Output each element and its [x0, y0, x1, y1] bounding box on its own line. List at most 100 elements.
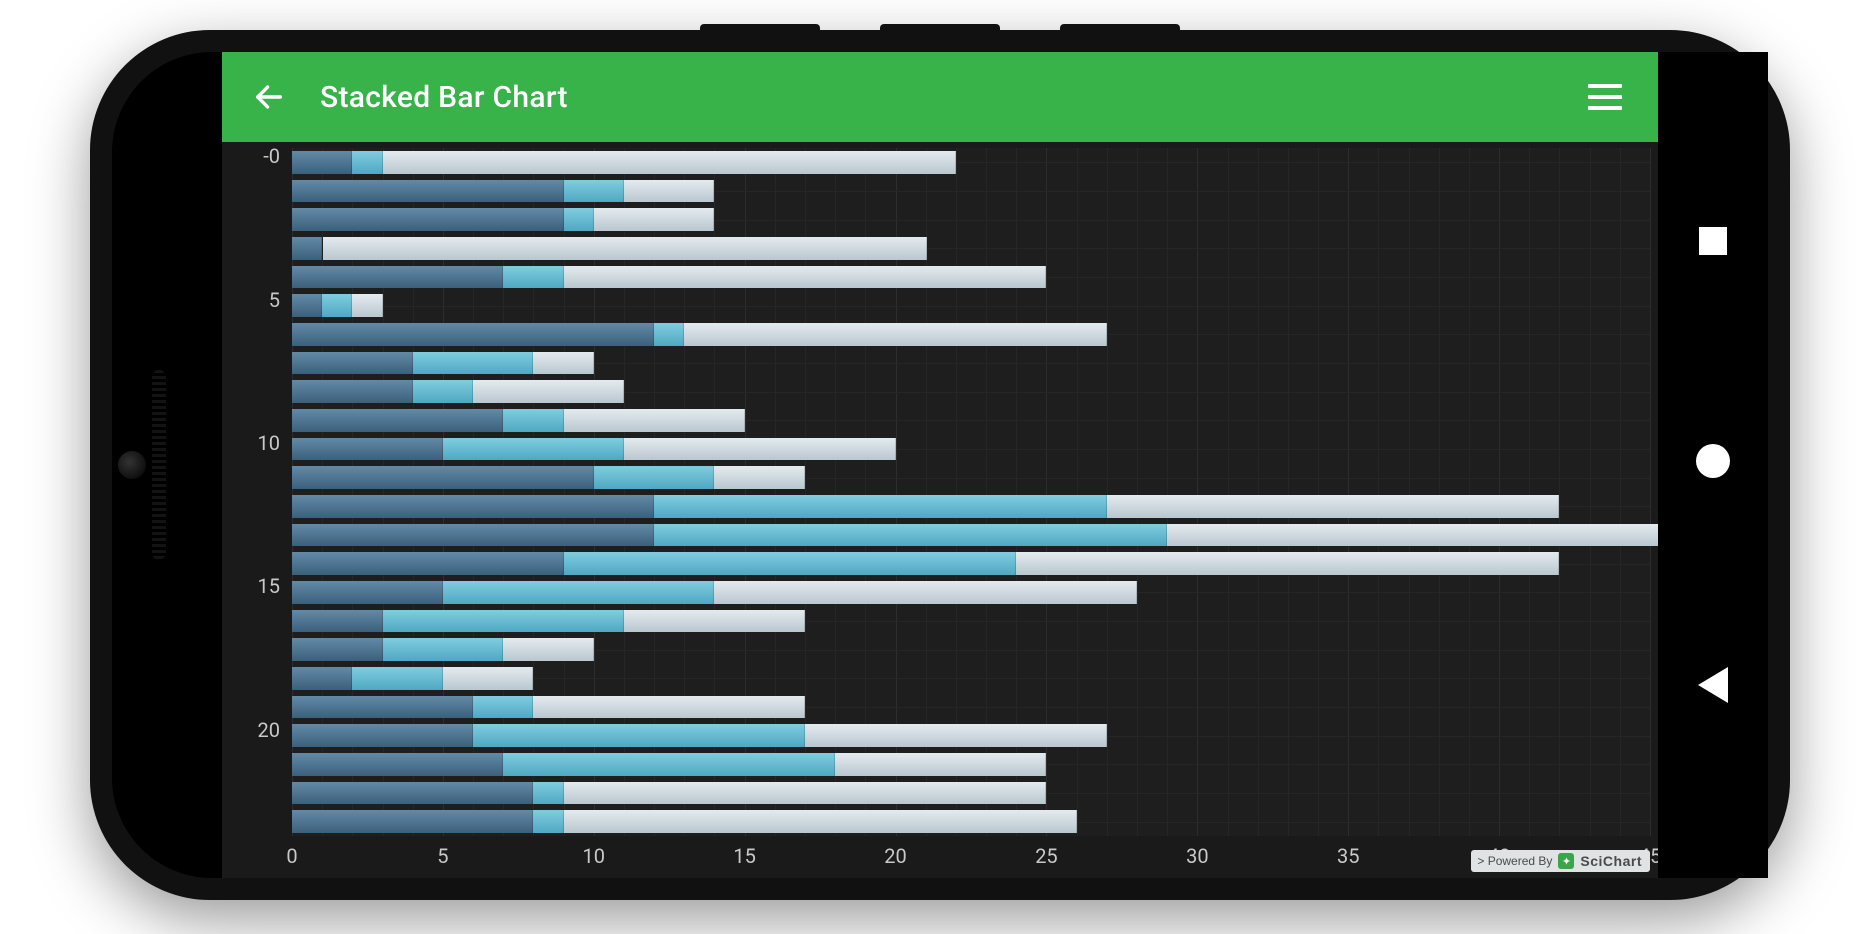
- bar-segment-series3[interactable]: [714, 466, 805, 488]
- bar-segment-series3[interactable]: [323, 237, 927, 259]
- bar-segment-series1[interactable]: [292, 753, 503, 775]
- plot-area[interactable]: [292, 148, 1650, 836]
- bar-segment-series1[interactable]: [292, 610, 383, 632]
- arrow-left-icon: [252, 80, 286, 114]
- bar-segment-series3[interactable]: [383, 151, 956, 173]
- bar-segment-series3[interactable]: [564, 810, 1077, 832]
- bar-segment-series1[interactable]: [292, 724, 473, 746]
- bar-segment-series1[interactable]: [292, 524, 654, 546]
- bar-segment-series2[interactable]: [594, 466, 715, 488]
- nav-recent-icon[interactable]: [1699, 227, 1727, 255]
- x-tick-label: 30: [1186, 844, 1208, 868]
- bar-segment-series1[interactable]: [292, 638, 383, 660]
- bar-segment-series2[interactable]: [564, 208, 594, 230]
- bar-segment-series3[interactable]: [533, 696, 805, 718]
- bar-segment-series2[interactable]: [473, 696, 533, 718]
- bar-segment-series2[interactable]: [352, 667, 443, 689]
- bar-segment-series2[interactable]: [322, 294, 352, 316]
- bar-segment-series1[interactable]: [292, 352, 413, 374]
- bar-segment-series1[interactable]: [292, 266, 503, 288]
- bar-segment-series1[interactable]: [292, 782, 533, 804]
- bar-segment-series1[interactable]: [292, 409, 503, 431]
- bar-segment-series3[interactable]: [1016, 552, 1559, 574]
- bar-segment-series2[interactable]: [654, 323, 684, 345]
- bar-segment-series1[interactable]: [292, 323, 654, 345]
- bar-segment-series1[interactable]: [292, 581, 443, 603]
- bar-segment-series1[interactable]: [292, 552, 564, 574]
- bar-segment-series1[interactable]: [292, 466, 594, 488]
- bar-segment-series3[interactable]: [624, 610, 805, 632]
- bar-segment-series1[interactable]: [292, 438, 443, 460]
- bar-segment-series2[interactable]: [654, 524, 1167, 546]
- bar-segment-series3[interactable]: [564, 266, 1047, 288]
- bar-segment-series2[interactable]: [533, 810, 563, 832]
- bar-segment-series1[interactable]: [292, 208, 564, 230]
- bar-segment-series2[interactable]: [352, 151, 382, 173]
- bar-row: [292, 581, 1137, 603]
- bar-segment-series3[interactable]: [624, 438, 896, 460]
- x-tick-label: 20: [884, 844, 906, 868]
- bar-segment-series2[interactable]: [564, 180, 624, 202]
- bar-segment-series1[interactable]: [292, 696, 473, 718]
- bar-segment-series1[interactable]: [292, 180, 564, 202]
- bar-segment-series2[interactable]: [413, 380, 473, 402]
- hamburger-menu-button[interactable]: [1588, 74, 1634, 120]
- bar-segment-series3[interactable]: [684, 323, 1106, 345]
- scichart-watermark[interactable]: > Powered By ✦ SciChart: [1471, 850, 1650, 872]
- bar-segment-series3[interactable]: [533, 352, 593, 374]
- x-tick-label: 5: [437, 844, 448, 868]
- bar-segment-series3[interactable]: [714, 581, 1136, 603]
- bar-segment-series3[interactable]: [835, 753, 1046, 775]
- bar-row: [292, 151, 956, 173]
- bar-segment-series2[interactable]: [383, 610, 624, 632]
- bar-segment-series2[interactable]: [654, 495, 1107, 517]
- bar-segment-series1[interactable]: [292, 151, 352, 173]
- bar-segment-series3[interactable]: [503, 638, 594, 660]
- y-tick-label: 15: [258, 574, 280, 598]
- bar-segment-series1[interactable]: [292, 495, 654, 517]
- x-tick-label: 25: [1035, 844, 1057, 868]
- bar-segment-series3[interactable]: [594, 208, 715, 230]
- bar-segment-series3[interactable]: [564, 782, 1047, 804]
- y-tick-label: -0: [263, 144, 280, 168]
- bar-row: [292, 810, 1077, 832]
- scichart-logo-icon: ✦: [1558, 853, 1574, 869]
- bar-segment-series3[interactable]: [473, 380, 624, 402]
- bar-segment-series2[interactable]: [473, 724, 805, 746]
- bar-segment-series2[interactable]: [383, 638, 504, 660]
- bar-row: [292, 294, 383, 316]
- x-tick-label: 10: [583, 844, 605, 868]
- bar-row: [292, 782, 1046, 804]
- bar-segment-series2[interactable]: [503, 266, 563, 288]
- bar-segment-series2[interactable]: [503, 753, 835, 775]
- bar-row: [292, 753, 1046, 775]
- x-axis: 051015202530354045: [292, 838, 1650, 878]
- bar-segment-series2[interactable]: [443, 581, 715, 603]
- bar-segment-series3[interactable]: [1167, 524, 1658, 546]
- bar-segment-series1[interactable]: [292, 294, 322, 316]
- bar-segment-series3[interactable]: [564, 409, 745, 431]
- bar-segment-series2[interactable]: [443, 438, 624, 460]
- y-tick-label: 20: [258, 718, 280, 742]
- device-inner: Stacked Bar Chart -05101520 051015202530…: [112, 52, 1768, 878]
- back-button[interactable]: [246, 74, 292, 120]
- bar-segment-series3[interactable]: [443, 667, 534, 689]
- bar-segment-series2[interactable]: [533, 782, 563, 804]
- bar-segment-series2[interactable]: [503, 409, 563, 431]
- nav-home-icon[interactable]: [1696, 444, 1730, 478]
- bar-segment-series3[interactable]: [624, 180, 715, 202]
- android-navbar: [1658, 52, 1768, 878]
- bar-segment-series1[interactable]: [292, 380, 413, 402]
- bar-row: [292, 438, 896, 460]
- app-screen: Stacked Bar Chart -05101520 051015202530…: [222, 52, 1658, 878]
- bar-segment-series3[interactable]: [352, 294, 382, 316]
- nav-back-icon[interactable]: [1698, 667, 1728, 703]
- bar-segment-series1[interactable]: [292, 667, 352, 689]
- bar-segment-series2[interactable]: [413, 352, 534, 374]
- chart-container[interactable]: -05101520 051015202530354045 > Powered B…: [222, 142, 1658, 878]
- bar-segment-series2[interactable]: [564, 552, 1017, 574]
- bar-segment-series3[interactable]: [1107, 495, 1560, 517]
- bar-segment-series1[interactable]: [292, 237, 322, 259]
- bar-segment-series3[interactable]: [805, 724, 1107, 746]
- bar-segment-series1[interactable]: [292, 810, 533, 832]
